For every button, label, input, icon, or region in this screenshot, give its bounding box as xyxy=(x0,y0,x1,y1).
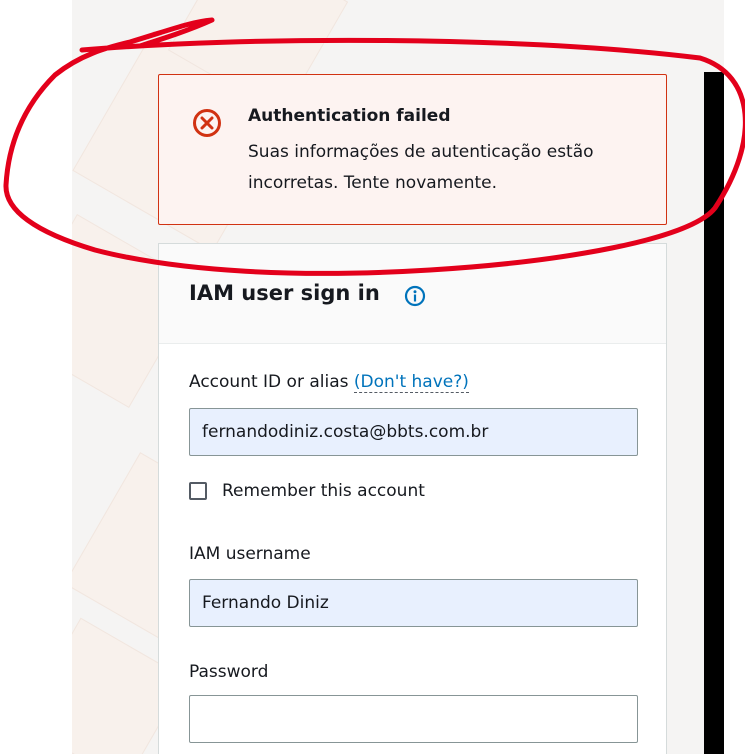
info-icon[interactable] xyxy=(404,285,426,307)
remember-checkbox[interactable] xyxy=(189,482,207,500)
dont-have-link[interactable]: (Don't have?) xyxy=(353,372,469,393)
account-label: Account ID or alias (Don't have?) xyxy=(189,372,469,393)
account-field[interactable]: fernandodiniz.costa@bbts.com.br xyxy=(189,408,638,456)
remember-label[interactable]: Remember this account xyxy=(222,481,425,501)
alert-title: Authentication failed xyxy=(248,106,451,126)
card-title: IAM user sign in xyxy=(189,281,380,305)
alert-message: Suas informações de autenticação estão i… xyxy=(248,142,594,193)
error-circle-icon xyxy=(193,109,221,137)
account-label-text: Account ID or alias xyxy=(189,372,349,392)
username-label: IAM username xyxy=(189,544,311,564)
right-edge-bar xyxy=(704,72,724,754)
password-label: Password xyxy=(189,662,269,682)
card-header: IAM user sign in xyxy=(159,244,666,344)
sign-in-card: IAM user sign in Account ID or alias (Do… xyxy=(158,243,667,754)
password-field[interactable] xyxy=(189,695,638,743)
username-field[interactable]: Fernando Diniz xyxy=(189,579,638,627)
error-alert: Authentication failed Suas informações d… xyxy=(158,74,667,225)
